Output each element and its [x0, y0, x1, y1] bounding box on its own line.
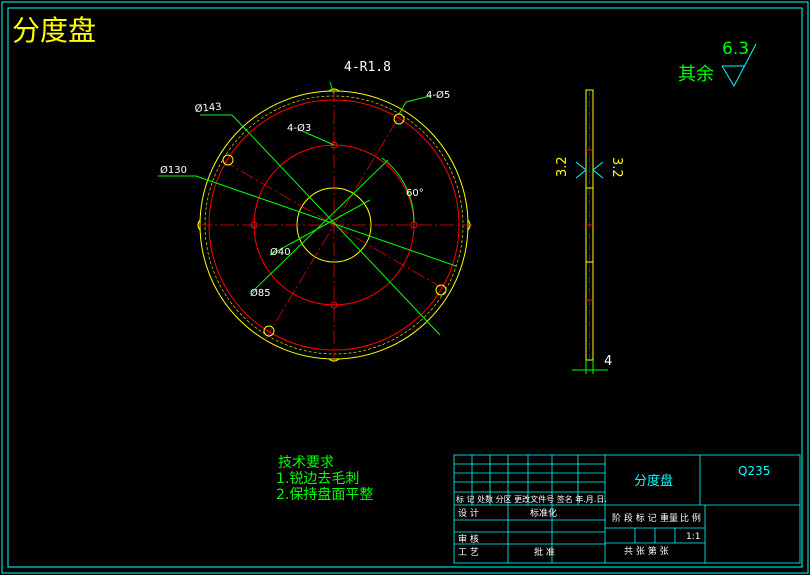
rough-right-symbol — [592, 161, 604, 179]
title-process: 工 艺 — [458, 547, 479, 558]
dim-angle-label: 60° — [406, 188, 424, 199]
rough-left-symbol — [575, 161, 587, 179]
rough-note-label: 其余 — [678, 64, 714, 85]
tech-req-title: 技术要求 — [278, 455, 334, 471]
title-weight: 重量 — [660, 512, 678, 524]
title-part-name: 分度盘 — [634, 473, 673, 489]
drawing-canvas: 分度盘 4-R1.8 Ø143 4-Ø5 4-Ø3 Ø130 60° Ø40 Ø… — [1, 1, 809, 574]
roughness-note: 6.3 其余 — [678, 39, 757, 88]
inner-frame — [7, 7, 803, 568]
outer-frame — [1, 1, 809, 574]
title-stage: 阶 段 标 记 — [612, 512, 657, 524]
rough-right-value: 3.2 — [609, 157, 624, 178]
side-view: 3.2 3.2 4 — [555, 89, 624, 374]
tech-req-item-2: 2.保持盘面平整 — [276, 486, 373, 503]
title-approve: 批 准 — [534, 546, 555, 558]
tech-requirements: 技术要求 1.锐边去毛刺 2.保持盘面平整 — [276, 455, 373, 503]
title-sheets: 共 张 第 张 — [624, 545, 669, 557]
dim-d143-label: Ø143 — [194, 101, 222, 115]
corner-title: 分度盘 — [12, 14, 96, 47]
title-standardize: 标准化 — [530, 507, 557, 519]
dim-d5-label: 4-Ø5 — [426, 89, 450, 101]
thickness-label: 4 — [604, 354, 612, 369]
leader-r18 — [329, 81, 335, 95]
dim-d130-label: Ø130 — [160, 164, 187, 176]
rough-note-value: 6.3 — [722, 39, 749, 59]
dim-d40-label: Ø40 — [270, 246, 291, 258]
dim-d85-label: Ø85 — [250, 287, 271, 299]
title-design: 设 计 — [458, 507, 479, 519]
title-review: 审 核 — [458, 533, 479, 545]
hole-d5-1 — [393, 113, 405, 125]
title-scale-label: 比 例 — [680, 512, 701, 524]
front-view: 4-R1.8 Ø143 4-Ø5 4-Ø3 Ø130 60° Ø40 Ø85 — [158, 60, 472, 362]
dim-r18-label: 4-R1.8 — [344, 60, 391, 75]
tech-req-item-1: 1.锐边去毛刺 — [276, 471, 359, 487]
title-row-marks: 标 记 处数 分区 更改文件号 签名 年.月.日. — [456, 494, 607, 504]
hole-d5-3 — [263, 325, 275, 337]
dim-d3-label: 4-Ø3 — [287, 122, 311, 134]
rough-left-value: 3.2 — [555, 156, 570, 177]
title-scale-value: 1:1 — [686, 532, 700, 542]
title-material: Q235 — [738, 464, 770, 478]
leader-d85 — [251, 159, 389, 293]
